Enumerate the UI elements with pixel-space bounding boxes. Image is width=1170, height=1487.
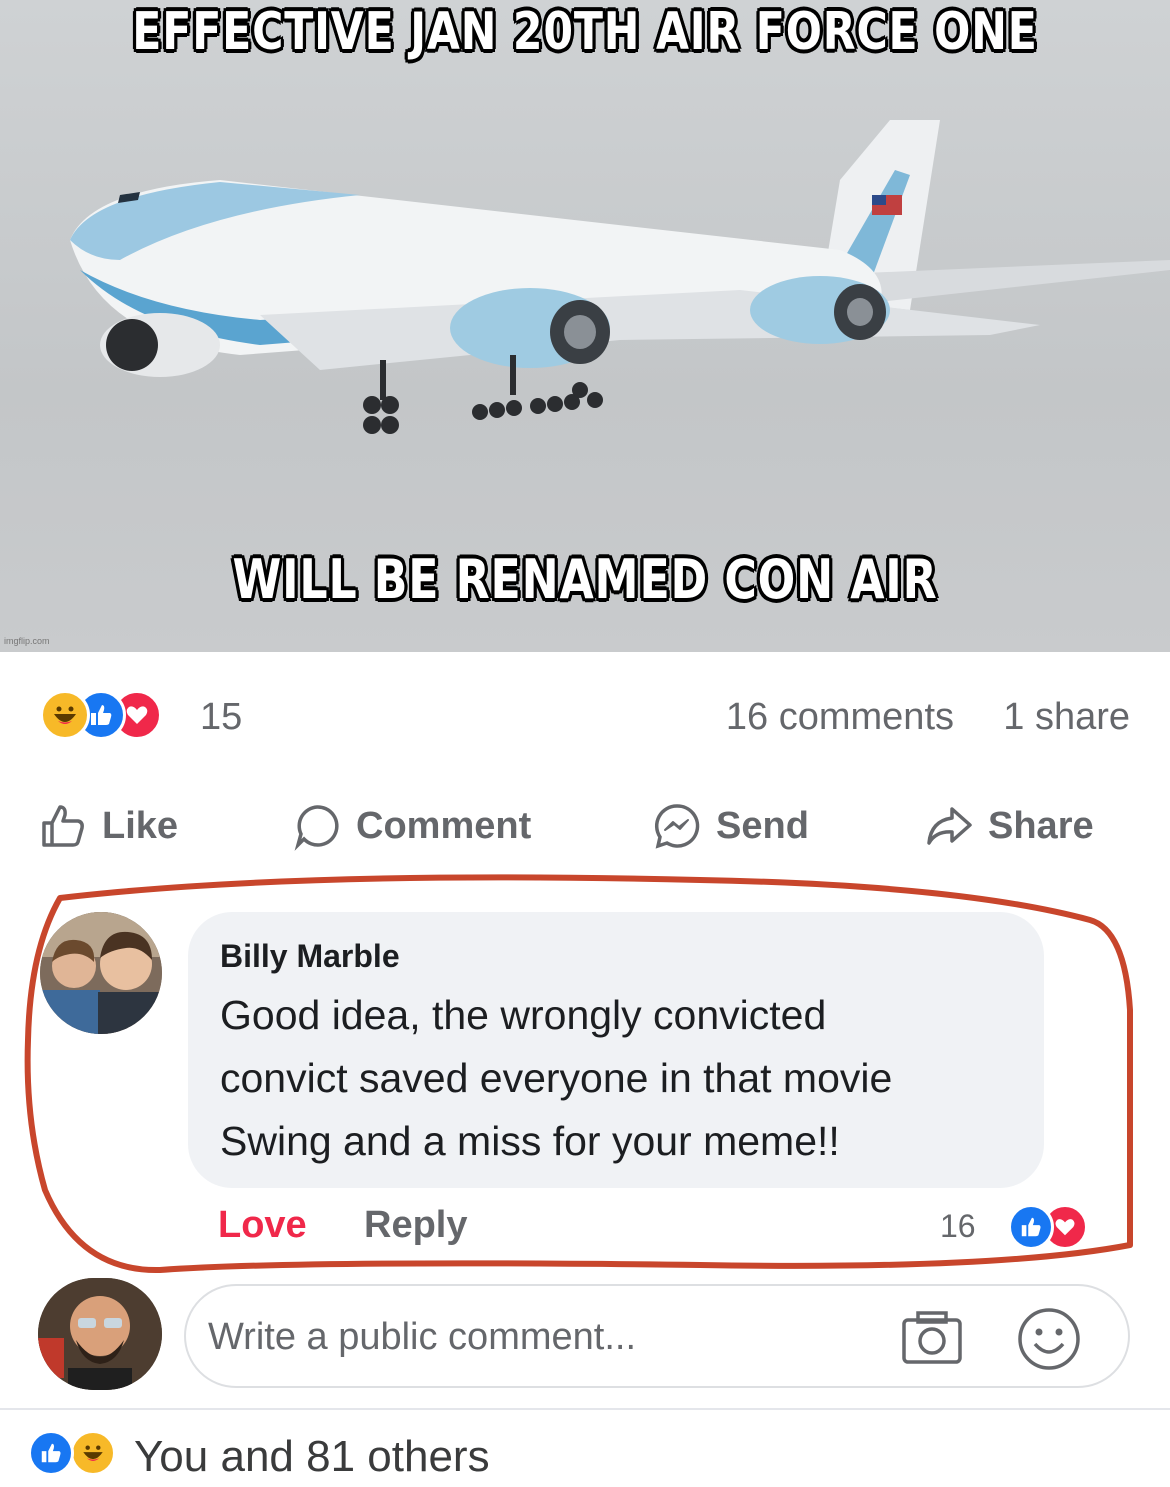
comment-line: Good idea, the wrongly convicted — [220, 992, 827, 1038]
meme-bottom-caption: WILL BE RENAMED CON AIR — [232, 548, 938, 611]
comment-line: Swing and a miss for your meme!! — [220, 1118, 840, 1164]
meme-top-caption: EFFECTIVE JAN 20TH AIR FORCE ONE — [132, 2, 1038, 62]
comment-line: convict saved everyone in that movie — [220, 1055, 893, 1101]
like-icon — [28, 1430, 74, 1476]
reactions-footer[interactable]: You and 81 others — [0, 1420, 1170, 1487]
comment-bubble-icon — [294, 805, 339, 851]
post-action-bar: Like Comment Send Share — [0, 794, 1170, 858]
comment-text: Good idea, the wrongly convicted convict… — [220, 984, 1040, 1173]
haha-icon — [70, 1430, 116, 1476]
comment-bubble: Billy Marble Good idea, the wrongly conv… — [188, 912, 1044, 1188]
comment-button[interactable]: Comment — [292, 794, 531, 858]
meme-image[interactable]: EFFECTIVE JAN 20TH AIR FORCE ONE WILL BE… — [0, 0, 1170, 652]
comment-reaction-count[interactable]: 16 — [940, 1208, 976, 1245]
like-icon — [1008, 1204, 1054, 1250]
comment-button-label: Comment — [356, 804, 532, 847]
share-button[interactable]: Share — [924, 794, 1094, 858]
share-arrow-icon — [927, 807, 972, 845]
camera-icon[interactable] — [900, 1308, 964, 1368]
thumbs-up-icon — [42, 805, 84, 847]
comment-count[interactable]: 16 comments — [726, 696, 954, 739]
comment-reply-button[interactable]: Reply — [364, 1204, 467, 1247]
comment-input-placeholder: Write a public comment... — [208, 1316, 637, 1358]
send-button[interactable]: Send — [652, 794, 809, 858]
reaction-count[interactable]: 15 — [200, 696, 242, 739]
post-stats: 15 16 comments 1 share — [0, 686, 1170, 746]
comment-input[interactable]: Write a public comment... — [184, 1284, 1130, 1388]
airplane-image — [70, 120, 1170, 434]
haha-icon — [40, 690, 90, 740]
user-avatar[interactable] — [38, 1278, 162, 1390]
reactions-footer-text: You and 81 others — [134, 1432, 490, 1481]
meme-watermark: imgflip.com — [4, 636, 50, 646]
comment-author[interactable]: Billy Marble — [220, 938, 400, 975]
divider — [0, 1408, 1170, 1410]
like-button-label: Like — [102, 804, 179, 847]
commenter-avatar[interactable] — [40, 912, 162, 1034]
share-button-label: Share — [988, 804, 1094, 847]
comment-love-button[interactable]: Love — [218, 1204, 307, 1247]
like-button[interactable]: Like — [38, 794, 178, 858]
send-button-label: Send — [716, 804, 809, 847]
share-count[interactable]: 1 share — [1003, 696, 1130, 739]
messenger-icon — [654, 804, 700, 849]
emoji-icon[interactable] — [1016, 1306, 1082, 1372]
